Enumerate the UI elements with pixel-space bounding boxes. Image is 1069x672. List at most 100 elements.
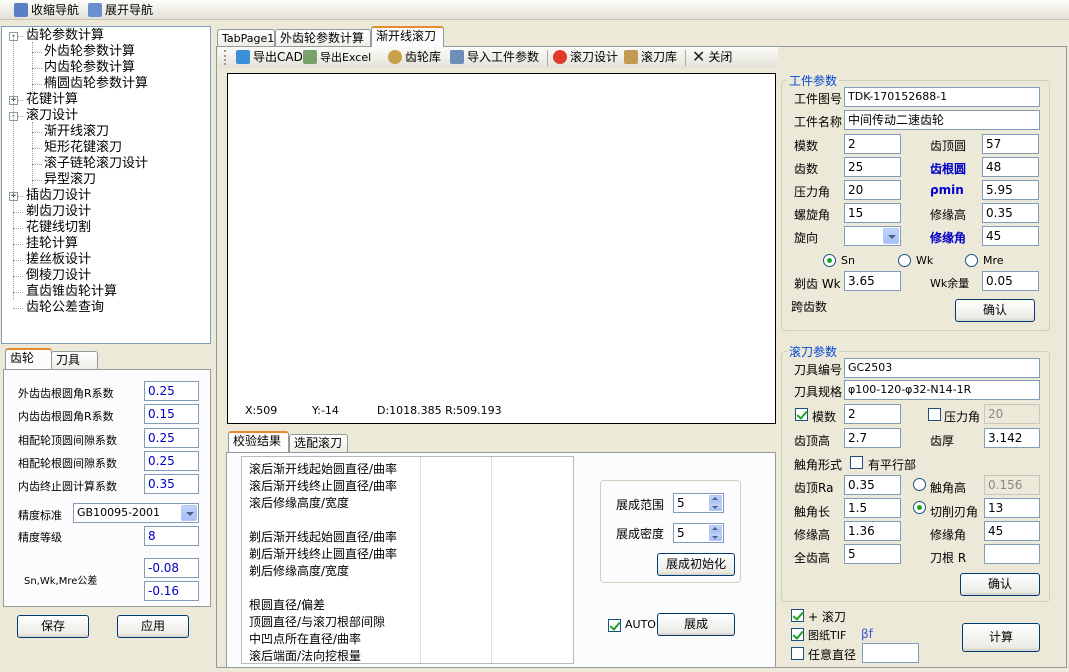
hob-mod-angle-input[interactable]: 45 — [984, 521, 1040, 541]
hob-tip-input[interactable]: 2.7 — [844, 428, 901, 448]
ext-root-r-input[interactable]: 0.25 — [144, 381, 199, 401]
hob-thickness-input[interactable]: 3.142 — [984, 428, 1040, 448]
gear-lib-button[interactable]: 齿轮库 — [388, 48, 441, 65]
tree-item[interactable]: 渐开线滚刀 — [44, 124, 109, 140]
tree-item[interactable]: 直齿锥齿轮计算 — [26, 284, 117, 300]
any-dia-checkbox[interactable] — [791, 647, 804, 660]
tree-item[interactable]: 内齿轮参数计算 — [44, 60, 135, 76]
collapse-nav-button[interactable]: 收缩导航 — [14, 1, 79, 18]
tolerance-lower-input[interactable]: -0.16 — [144, 581, 199, 601]
tree-item[interactable]: 花键计算 — [26, 92, 78, 108]
hob-design-button[interactable]: 滚刀设计 — [553, 48, 618, 65]
export-excel-button[interactable]: 导出Excel — [303, 48, 371, 65]
pressure-input[interactable]: 20 — [844, 180, 901, 200]
int-root-r-input[interactable]: 0.15 — [144, 404, 199, 424]
radio-sn[interactable] — [823, 254, 836, 267]
expand-init-button[interactable]: 展成初始化 — [657, 553, 735, 576]
tree-item[interactable]: 滚刀设计 — [26, 108, 78, 124]
precision-grade-input[interactable]: 8 — [144, 526, 199, 546]
export-cad-button[interactable]: 导出CAD — [236, 48, 303, 65]
plus-hob-checkbox[interactable] — [791, 609, 804, 622]
import-params-button[interactable]: 导入工件参数 — [450, 48, 539, 65]
hob-pressure-checkbox[interactable] — [928, 408, 941, 421]
radio-prot-height[interactable] — [913, 478, 926, 491]
tip-gap-input[interactable]: 0.25 — [144, 428, 199, 448]
root-input[interactable]: 48 — [982, 157, 1039, 177]
drawing-tif-checkbox[interactable] — [791, 628, 804, 641]
name-input[interactable]: 中间传动二速齿轮 — [844, 110, 1040, 130]
radio-wk[interactable] — [898, 254, 911, 267]
rho-input[interactable]: 5.95 — [982, 180, 1039, 200]
tree-item[interactable]: 矩形花键滚刀 — [44, 140, 122, 156]
workpiece-confirm-button[interactable]: 确认 — [955, 299, 1035, 322]
chevron-down-icon[interactable] — [181, 505, 197, 521]
root-label: 齿根圆 — [930, 162, 967, 176]
precision-std-select[interactable]: GB10095-2001 — [73, 503, 199, 523]
tree-item[interactable]: 异型滚刀 — [44, 172, 96, 188]
cut-angle-input[interactable]: 13 — [984, 498, 1040, 518]
hob-module-label: 模数 — [812, 410, 837, 424]
tree-item[interactable]: 椭圆齿轮参数计算 — [44, 76, 148, 92]
hob-mod-height-input[interactable]: 1.36 — [844, 521, 901, 541]
shave-wk-input[interactable]: 3.65 — [844, 271, 901, 291]
radio-cut-angle[interactable] — [913, 501, 926, 514]
hob-confirm-button[interactable]: 确认 — [960, 573, 1040, 596]
tree-item[interactable]: 滚子链轮滚刀设计 — [44, 156, 148, 172]
density-stepper[interactable]: 5 — [673, 523, 724, 543]
tab-check-result[interactable]: 校验结果 — [228, 431, 289, 452]
wk-margin-input[interactable]: 0.05 — [982, 271, 1039, 291]
precision-grade-label: 精度等级 — [18, 531, 62, 544]
tree-item[interactable]: 倒棱刀设计 — [26, 268, 91, 284]
root-gap-input[interactable]: 0.25 — [144, 451, 199, 471]
mod-height-input[interactable]: 0.35 — [982, 203, 1039, 223]
tab-involute-hob[interactable]: 渐开线滚刀 — [371, 26, 444, 47]
tree-item[interactable]: 外齿轮参数计算 — [44, 44, 135, 60]
tree-item[interactable]: 齿轮公差查询 — [26, 300, 104, 316]
range-stepper[interactable]: 5 — [673, 493, 724, 513]
hob-spec-input[interactable]: φ100-120-φ32-N14-1R — [844, 380, 1040, 400]
apply-button[interactable]: 应用 — [117, 615, 189, 638]
prot-len-input[interactable]: 1.5 — [844, 498, 901, 518]
teeth-input[interactable]: 25 — [844, 157, 901, 177]
int-end-label: 内齿终止圆计算系数 — [18, 480, 117, 493]
drawing-no-input[interactable]: TDK-170152688-1 — [844, 87, 1040, 107]
drawing-canvas[interactable]: X:509 Y:-14 D:1018.385 R:509.193 — [227, 73, 776, 424]
calculate-button[interactable]: 计算 — [962, 623, 1040, 652]
tip-input[interactable]: 57 — [982, 134, 1039, 154]
direction-select[interactable] — [844, 226, 901, 246]
tab-select-hob[interactable]: 选配滚刀 — [289, 434, 348, 453]
tab-tool[interactable]: 刀具 — [51, 351, 98, 370]
close-button[interactable]: ✕ 关闭 — [692, 48, 732, 65]
tree-item[interactable]: 花键线切割 — [26, 220, 91, 236]
expand-nav-button[interactable]: 展开导航 — [88, 1, 153, 18]
chevron-down-icon[interactable] — [883, 228, 899, 244]
parallel-checkbox[interactable] — [850, 456, 863, 469]
tip-ra-input[interactable]: 0.35 — [844, 475, 901, 495]
auto-checkbox[interactable] — [608, 619, 621, 632]
mod-angle-input[interactable]: 45 — [982, 226, 1039, 246]
full-depth-input[interactable]: 5 — [844, 544, 901, 564]
module-input[interactable]: 2 — [844, 134, 901, 154]
tree-item[interactable]: 剃齿刀设计 — [26, 204, 91, 220]
helix-input[interactable]: 15 — [844, 203, 901, 223]
hob-module-checkbox[interactable] — [795, 408, 808, 421]
hob-module-input[interactable]: 2 — [844, 404, 901, 424]
tree-item[interactable]: 插齿刀设计 — [26, 188, 91, 204]
root-r-input[interactable] — [984, 544, 1040, 564]
tab-gear[interactable]: 齿轮 — [5, 348, 52, 369]
int-end-input[interactable]: 0.35 — [144, 474, 199, 494]
tree-item[interactable]: 齿轮参数计算 — [26, 28, 104, 44]
any-dia-label: 任意直径 — [808, 648, 857, 662]
save-button[interactable]: 保存 — [17, 615, 89, 638]
tree-item[interactable]: 挂轮计算 — [26, 236, 78, 252]
tree-item[interactable]: 搓丝板设计 — [26, 252, 91, 268]
hob-code-input[interactable]: GC2503 — [844, 358, 1040, 378]
tolerance-upper-input[interactable]: -0.08 — [144, 558, 199, 578]
hob-lib-button[interactable]: 滚刀库 — [624, 48, 677, 65]
any-dia-input[interactable] — [862, 643, 919, 663]
hob-pressure-input[interactable]: 20 — [984, 404, 1040, 424]
expand-button[interactable]: 展成 — [657, 613, 735, 636]
radio-mre[interactable] — [965, 254, 978, 267]
prot-angle-input[interactable]: 0.156 — [984, 475, 1040, 495]
mod-height-label: 修缘高 — [930, 208, 967, 222]
